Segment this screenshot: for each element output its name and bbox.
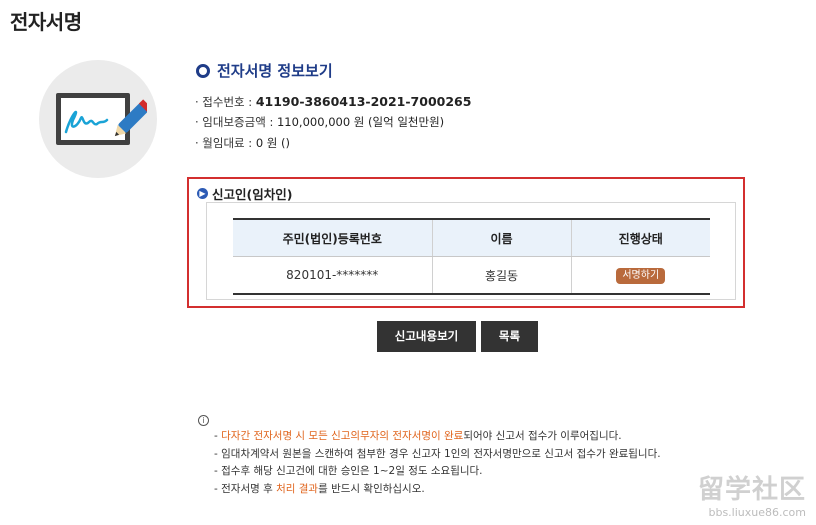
col-header-id: 주민(법인)등록번호	[233, 218, 432, 257]
cell-name: 홍길동	[431, 256, 571, 295]
view-report-button[interactable]: 신고내용보기	[377, 321, 476, 352]
info-row: · 접수번호 : 41190-3860413-2021-7000265	[195, 91, 471, 112]
notice-text: 되어야 신고서 접수가 이루어집니다.	[463, 430, 622, 442]
cell-status: 서명하기	[570, 256, 710, 295]
info-row: · 임대보증금액 : 110,000,000 원 (일억 일천만원)	[195, 112, 471, 133]
notice-list: - 다자간 전자서명 시 모든 신고의무자의 전자서명이 완료되어야 신고서 접…	[214, 428, 661, 498]
section-label: ▶ 신고인(임차인)	[197, 184, 292, 203]
notice-highlight: 다자간 전자서명 시 모든 신고의무자의 전자서명이 완료	[221, 430, 464, 442]
notice-line: - 임대차계약서 원본을 스캔하여 첨부한 경우 신고자 1인의 전자서명만으로…	[214, 446, 661, 464]
notice-text: - 전자서명 후	[214, 482, 277, 495]
info-row-value: 0 원 ()	[255, 136, 291, 150]
watermark-logo: 留学社区	[697, 475, 806, 505]
signature-tablet-icon	[39, 60, 157, 178]
list-button[interactable]: 목록	[481, 321, 538, 352]
section-label-text: 신고인(임차인)	[212, 187, 293, 202]
watermark: 留学社区 bbs.liuxue86.com	[698, 469, 806, 519]
cell-id-number: 820101-*******	[233, 256, 432, 295]
notice-line: - 접수후 해당 신고건에 대한 승인은 1~2일 정도 소요됩니다.	[214, 463, 661, 481]
notice-text: 를 반드시 확인하십시오.	[318, 482, 425, 495]
sign-button[interactable]: 서명하기	[616, 267, 666, 284]
info-row: · 월임대료 : 0 원 ()	[195, 133, 471, 154]
notice-line: - 다자간 전자서명 시 모든 신고의무자의 전자서명이 완료되어야 신고서 접…	[214, 428, 661, 446]
col-header-status: 진행상태	[570, 218, 710, 257]
watermark-url: bbs.liuxue86.com	[708, 506, 806, 519]
notice-line: - 전자서명 후 처리 결과를 반드시 확인하십시오.	[214, 481, 661, 499]
reporter-table: 주민(법인)등록번호 이름 진행상태 820101-******* 홍길동 서명…	[233, 218, 710, 295]
notice-text: - 접수후 해당 신고건에 대한 승인은 1~2일 정도 소요됩니다.	[214, 465, 483, 477]
info-row-label: · 접수번호 :	[195, 95, 256, 109]
table-row: 820101-******* 홍길동 서명하기	[233, 256, 710, 295]
notice-text: - 임대차계약서 원본을 스캔하여 첨부한 경우 신고자 1인의 전자서명만으로…	[214, 447, 661, 460]
info-row-value: 110,000,000 원 (일억 일천만원)	[276, 115, 445, 129]
info-row-label: · 임대보증금액 :	[195, 115, 277, 129]
arrow-bullet-icon: ▶	[197, 188, 208, 199]
info-title-text: 전자서명 정보보기	[217, 62, 333, 80]
info-row-value: 41190-3860413-2021-7000265	[255, 94, 472, 109]
info-row-label: · 월임대료 :	[195, 136, 256, 150]
info-list: · 접수번호 : 41190-3860413-2021-7000265 · 임대보…	[195, 91, 471, 154]
page-title: 전자서명	[10, 10, 82, 34]
col-header-name: 이름	[431, 218, 571, 257]
info-title: 전자서명 정보보기	[196, 60, 333, 81]
info-circle-icon: i	[198, 415, 209, 426]
notice-highlight: 처리 결과	[276, 482, 319, 495]
ring-bullet-icon	[196, 63, 210, 78]
